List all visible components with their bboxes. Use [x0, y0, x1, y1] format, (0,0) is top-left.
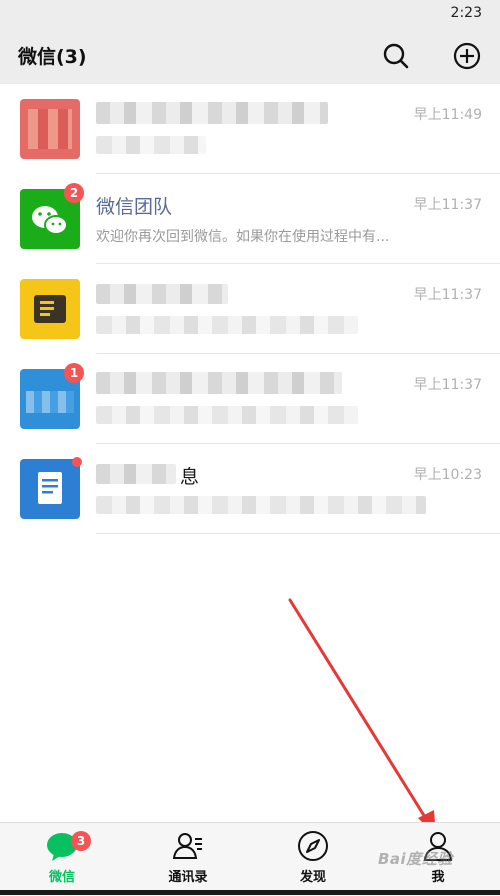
chat-time: 早上11:37	[413, 287, 482, 303]
blurred-preview	[96, 406, 358, 424]
blurred-name	[96, 102, 328, 124]
chat-name: 息	[180, 466, 200, 488]
header: 微信(3)	[0, 28, 500, 84]
unread-badge: 1	[64, 363, 84, 383]
avatar	[20, 279, 80, 339]
page-title: 微信(3)	[18, 46, 87, 68]
search-icon	[383, 43, 409, 69]
chat-preview: 欢迎你再次回到微信。如果你在使用过程中有...	[96, 229, 390, 245]
unread-dot	[72, 457, 82, 467]
document-logo-icon	[38, 472, 62, 504]
tab-discover[interactable]: 发现	[268, 829, 358, 891]
chat-time: 早上11:37	[413, 197, 482, 213]
tab-label: 微信	[48, 870, 75, 885]
bottom-edge	[0, 890, 500, 895]
tab-label: 通讯录	[168, 870, 208, 885]
avatar	[20, 459, 80, 519]
tab-label: 发现	[299, 870, 326, 885]
tab-chats[interactable]: 3 微信	[17, 829, 107, 891]
status-bar: 2:23	[0, 0, 500, 28]
blurred-preview	[96, 316, 358, 334]
status-time: 2:23	[450, 5, 482, 21]
chat-row[interactable]: 息 早上10:23	[0, 444, 500, 534]
notes-logo-icon	[34, 295, 66, 323]
chat-row[interactable]: 1 早上11:37	[0, 354, 500, 444]
add-button[interactable]	[449, 38, 485, 74]
search-button[interactable]	[378, 38, 414, 74]
avatar	[20, 99, 80, 159]
chat-row[interactable]: 早上11:37	[0, 264, 500, 354]
contacts-icon	[172, 833, 202, 859]
blurred-preview	[96, 496, 426, 514]
divider	[96, 533, 500, 534]
compass-icon	[298, 831, 328, 861]
chat-time: 早上11:49	[413, 107, 482, 123]
chat-time: 早上11:37	[413, 377, 482, 393]
tab-contacts[interactable]: 通讯录	[143, 829, 233, 891]
blurred-name	[96, 464, 176, 484]
chat-name: 微信团队	[96, 196, 173, 218]
blurred-name	[96, 372, 342, 394]
chat-row[interactable]: 2 微信团队 欢迎你再次回到微信。如果你在使用过程中有... 早上11:37	[0, 174, 500, 264]
tab-badge: 3	[71, 831, 91, 851]
blurred-preview	[96, 136, 206, 154]
chat-time: 早上10:23	[413, 467, 482, 483]
blurred-name	[96, 284, 228, 304]
watermark: Bai度经验	[378, 850, 453, 868]
chat-row[interactable]: 早上11:49	[0, 84, 500, 174]
chat-list: 早上11:49 2 微信团队 欢迎你再次回到微信。如果你在使用过程中有... 早…	[0, 84, 500, 534]
plus-circle-icon	[453, 42, 481, 70]
unread-badge: 2	[64, 183, 84, 203]
